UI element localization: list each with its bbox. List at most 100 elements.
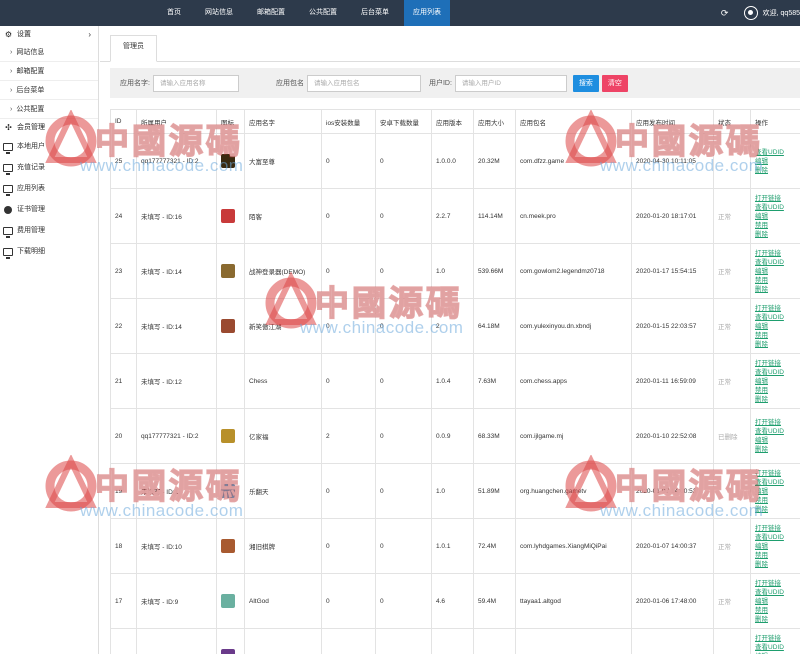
action-link[interactable]: 禁用: [755, 551, 800, 560]
cell-size: 72.4M: [473, 518, 516, 574]
sidebar-item[interactable]: 本地用户: [0, 136, 98, 157]
action-link[interactable]: 删除: [755, 285, 800, 294]
action-link[interactable]: 打开链接: [755, 469, 800, 478]
cell-status: 正常: [713, 573, 751, 629]
cell-id: 19: [110, 463, 137, 519]
cell-user: 未填写 - ID:10: [136, 518, 217, 574]
table-row: 21 未填写 - ID:12 Chess 0 0 1.0.4 7.63M com.chess.…: [110, 353, 800, 409]
sidebar-group-label: 设置: [17, 31, 31, 38]
cell-ios-count: 0: [321, 518, 376, 574]
user-id-input[interactable]: 请输入用户ID: [454, 74, 567, 92]
action-link[interactable]: 删除: [755, 560, 800, 569]
app-icon: [221, 154, 235, 168]
cell-status: 正常: [713, 243, 751, 299]
action-link[interactable]: 打开链接: [755, 524, 800, 533]
clear-button[interactable]: 清空: [601, 74, 628, 92]
nav-item[interactable]: 后台菜单: [352, 0, 398, 26]
action-link[interactable]: 禁用: [755, 221, 800, 230]
action-link[interactable]: 编辑: [755, 322, 800, 331]
sidebar-subitem[interactable]: › 网站信息: [0, 43, 98, 62]
action-link[interactable]: 删除: [755, 505, 800, 514]
cell-actions: 打开链接查看UDID编辑禁用删除: [750, 573, 800, 629]
action-link[interactable]: 删除: [755, 166, 800, 175]
app-icon: [221, 484, 235, 498]
sidebar-subitem[interactable]: › 后台菜单: [0, 81, 98, 100]
action-link[interactable]: 查看UDID: [755, 478, 800, 487]
action-link[interactable]: 编辑: [755, 157, 800, 166]
action-link[interactable]: 禁用: [755, 331, 800, 340]
action-link[interactable]: 编辑: [755, 487, 800, 496]
sidebar-subitem-label: 邮箱配置: [16, 68, 45, 75]
action-link[interactable]: 查看UDID: [755, 258, 800, 267]
action-link[interactable]: 查看UDID: [755, 533, 800, 542]
nav-item[interactable]: 网站信息: [196, 0, 242, 26]
cell-ios-count: [321, 628, 376, 654]
sidebar-subitem[interactable]: › 邮箱配置: [0, 62, 98, 81]
action-link[interactable]: 打开链接: [755, 579, 800, 588]
cell-size: 20.32M: [473, 133, 516, 189]
action-link[interactable]: 查看UDID: [755, 643, 800, 652]
sidebar-item[interactable]: 下载明细: [0, 241, 98, 262]
action-link[interactable]: 编辑: [755, 436, 800, 445]
action-link[interactable]: 打开链接: [755, 304, 800, 313]
cell-version: 2.2.7: [431, 188, 474, 244]
sidebar-item[interactable]: 应用列表: [0, 178, 98, 199]
action-link[interactable]: 打开链接: [755, 359, 800, 368]
action-link[interactable]: 删除: [755, 445, 800, 454]
sidebar-item[interactable]: 证书管理: [0, 199, 98, 220]
sidebar-group-label: 会员管理: [17, 124, 45, 131]
action-link[interactable]: 禁用: [755, 496, 800, 505]
sidebar-group-members[interactable]: ✣ 会员管理: [0, 119, 98, 136]
action-link[interactable]: 打开链接: [755, 194, 800, 203]
package-input[interactable]: 请输入应用包名: [306, 74, 421, 92]
user-id-label: 用户ID:: [428, 80, 452, 87]
action-link[interactable]: 查看UDID: [755, 427, 800, 436]
search-button[interactable]: 搜索: [572, 74, 599, 92]
sidebar: ⚙ 设置 › › 网站信息 › 邮箱配置 › 后台菜单 › 公共配置 ✣ 会员管理 本地用户充…: [0, 26, 99, 654]
cell-version: 0.0.9: [431, 408, 474, 464]
action-link[interactable]: 编辑: [755, 597, 800, 606]
action-link[interactable]: 编辑: [755, 267, 800, 276]
user-avatar-icon[interactable]: [743, 6, 758, 20]
cell-id: 22: [110, 298, 137, 354]
action-link[interactable]: 编辑: [755, 542, 800, 551]
sidebar-item[interactable]: 费用管理: [0, 220, 98, 241]
sidebar-group-settings[interactable]: ⚙ 设置 ›: [0, 26, 98, 43]
nav-item[interactable]: 邮箱配置: [248, 0, 294, 26]
sidebar-subitem[interactable]: › 公共配置: [0, 100, 98, 119]
sidebar-item-label: 证书管理: [17, 206, 45, 213]
refresh-icon[interactable]: ⟳: [720, 8, 730, 18]
cell-size: [473, 628, 516, 654]
nav-item[interactable]: 首页: [158, 0, 190, 26]
cell-size: 114.14M: [473, 188, 516, 244]
action-link[interactable]: 查看UDID: [755, 313, 800, 322]
action-link[interactable]: 打开链接: [755, 418, 800, 427]
cell-app-name: 湘旧棋牌: [244, 518, 322, 574]
action-link[interactable]: 禁用: [755, 386, 800, 395]
welcome-text[interactable]: 欢迎, qq585: [763, 8, 800, 18]
sidebar-item[interactable]: 充值记录: [0, 157, 98, 178]
action-link[interactable]: 禁用: [755, 276, 800, 285]
action-link[interactable]: 查看UDID: [755, 148, 800, 157]
action-link[interactable]: 删除: [755, 230, 800, 239]
cell-user: 未填写 - ID:14: [136, 243, 217, 299]
nav-item[interactable]: 应用列表: [404, 0, 450, 26]
table-row: 22 未填写 - ID:14 新笑傲江湖 0 0 2 64.18M com.yulexinyo…: [110, 298, 800, 354]
action-link[interactable]: 编辑: [755, 377, 800, 386]
action-link[interactable]: 删除: [755, 615, 800, 624]
nav-item[interactable]: 公共配置: [300, 0, 346, 26]
action-link[interactable]: 删除: [755, 340, 800, 349]
cell-user: 未填写 - ID:9: [136, 573, 217, 629]
action-link[interactable]: 查看UDID: [755, 588, 800, 597]
tab-admin[interactable]: 管理员: [110, 35, 157, 62]
action-link[interactable]: 查看UDID: [755, 368, 800, 377]
action-link[interactable]: 删除: [755, 395, 800, 404]
action-link[interactable]: 打开链接: [755, 249, 800, 258]
action-link[interactable]: 查看UDID: [755, 203, 800, 212]
action-link[interactable]: 禁用: [755, 606, 800, 615]
action-link[interactable]: 打开链接: [755, 634, 800, 643]
action-link[interactable]: 编辑: [755, 212, 800, 221]
cell-version: 1.0: [431, 243, 474, 299]
cell-time: 2020-01-17 15:54:15: [631, 243, 714, 299]
app-name-input[interactable]: 请输入应用名称: [152, 74, 239, 92]
